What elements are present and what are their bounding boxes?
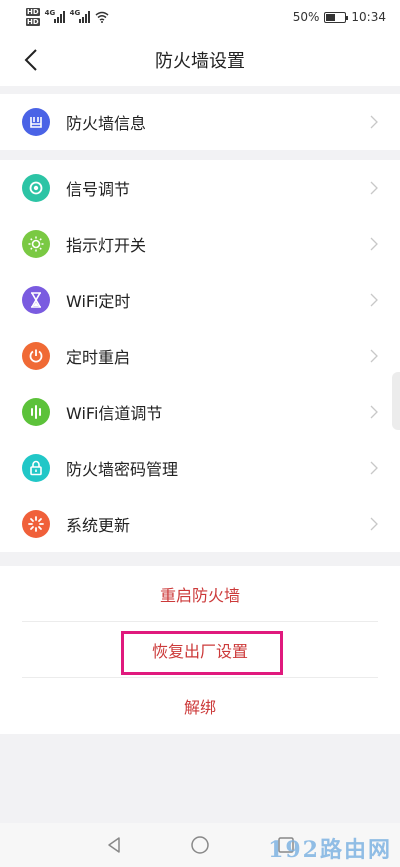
battery-icon <box>324 11 349 23</box>
lock-icon <box>22 454 50 482</box>
chevron-right-icon <box>370 461 378 475</box>
back-button[interactable] <box>20 46 44 74</box>
action-group: 重启防火墙 恢复出厂设置 解绑 <box>0 566 400 734</box>
row-label: 指示灯开关 <box>66 236 147 255</box>
nav-home-icon[interactable] <box>190 835 210 855</box>
signal-icon: 4G <box>45 9 65 23</box>
battery-percent: 50% <box>292 10 320 24</box>
chevron-left-icon <box>24 49 37 71</box>
chevron-right-icon <box>370 181 378 195</box>
hourglass-icon <box>22 286 50 314</box>
chevron-right-icon <box>370 405 378 419</box>
row-label: 系统更新 <box>66 516 131 535</box>
row-indicator-light[interactable]: 指示灯开关 <box>0 216 400 272</box>
indicator-light-icon <box>22 230 50 258</box>
page-title: 防火墙设置 <box>155 51 245 72</box>
restart-firewall-button[interactable]: 重启防火墙 <box>0 566 400 622</box>
hd-badge: HD <box>26 8 40 16</box>
row-label: 防火墙信息 <box>66 114 147 133</box>
chevron-right-icon <box>370 237 378 251</box>
wifi-icon <box>95 11 109 23</box>
unbind-button[interactable]: 解绑 <box>0 678 400 734</box>
channel-bars-icon <box>22 398 50 426</box>
factory-reset-button[interactable]: 恢复出厂设置 <box>0 622 400 678</box>
info-group: 防火墙信息 <box>0 94 400 150</box>
row-scheduled-restart[interactable]: 定时重启 <box>0 328 400 384</box>
power-icon <box>22 342 50 370</box>
firewall-info-icon <box>22 108 50 136</box>
nav-back-icon[interactable] <box>104 835 124 855</box>
row-system-update[interactable]: 系统更新 <box>0 496 400 552</box>
row-wifi-channel[interactable]: WiFi信道调节 <box>0 384 400 440</box>
chevron-right-icon <box>370 115 378 129</box>
row-wifi-timer[interactable]: WiFi定时 <box>0 272 400 328</box>
row-label: 定时重启 <box>66 348 131 367</box>
status-left: HD HD 4G 4G <box>26 8 109 26</box>
update-spinner-icon <box>22 510 50 538</box>
hd-badge: HD <box>26 18 40 26</box>
row-label: WiFi定时 <box>66 292 131 311</box>
row-label: 信号调节 <box>66 180 131 199</box>
status-bar: HD HD 4G 4G 50% 10:34 <box>0 0 400 34</box>
row-label: 防火墙密码管理 <box>66 460 179 479</box>
row-signal-adjust[interactable]: 信号调节 <box>0 160 400 216</box>
settings-group: 信号调节 指示灯开关 WiFi定时 定时重启 WiFi信道调节 防火墙密码管理 … <box>0 160 400 552</box>
chevron-right-icon <box>370 349 378 363</box>
signal-icon: 4G <box>70 9 90 23</box>
hd-badges: HD HD <box>26 8 40 26</box>
row-firewall-info[interactable]: 防火墙信息 <box>0 94 400 150</box>
header-bar: 防火墙设置 <box>0 34 400 86</box>
signal-adjust-icon <box>22 174 50 202</box>
row-password-management[interactable]: 防火墙密码管理 <box>0 440 400 496</box>
chevron-right-icon <box>370 293 378 307</box>
edge-scroll-handle[interactable] <box>392 372 400 430</box>
watermark: 192路由网 <box>268 837 392 863</box>
row-label: WiFi信道调节 <box>66 404 163 423</box>
status-right: 50% 10:34 <box>293 10 386 24</box>
chevron-right-icon <box>370 517 378 531</box>
clock: 10:34 <box>351 10 386 24</box>
